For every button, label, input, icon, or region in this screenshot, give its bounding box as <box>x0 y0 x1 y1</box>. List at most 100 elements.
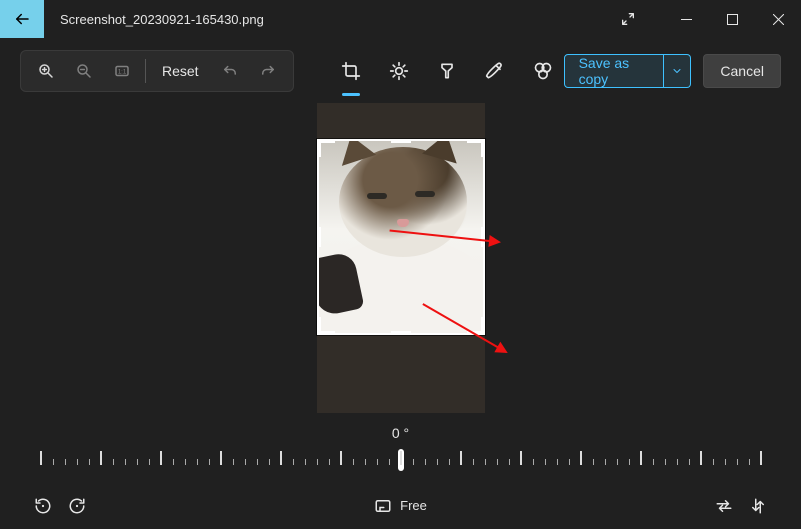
ruler-tick <box>220 451 222 465</box>
ruler-tick <box>665 459 666 465</box>
brightness-icon <box>389 61 409 81</box>
crop-handle-top-right[interactable] <box>481 139 485 157</box>
crop-handle-bottom-left[interactable] <box>317 317 321 335</box>
ruler-tick <box>653 459 654 465</box>
crop-handle-top[interactable] <box>391 139 411 143</box>
ruler-tick <box>640 451 642 465</box>
ruler-tick <box>533 459 534 465</box>
expand-diagonal-icon <box>620 11 636 27</box>
markup-tool-button[interactable] <box>474 50 516 92</box>
ruler-tick <box>377 459 378 465</box>
close-icon <box>773 14 784 25</box>
image-canvas[interactable] <box>0 103 801 413</box>
aspect-ratio-icon <box>374 497 392 515</box>
ruler-tick <box>257 459 258 465</box>
zoom-in-button[interactable] <box>27 52 65 90</box>
redo-button[interactable] <box>249 52 287 90</box>
rotate-ccw-icon <box>34 497 52 515</box>
ruler-tick <box>160 451 162 465</box>
filter-icon <box>437 61 457 81</box>
fit-icon: 1:1 <box>113 62 131 80</box>
ruler-tick <box>89 459 90 465</box>
crop-icon <box>341 61 361 81</box>
flip-horizontal-icon <box>715 497 733 515</box>
crop-handle-bottom-right[interactable] <box>481 317 485 335</box>
ruler-tick <box>749 459 750 465</box>
pen-icon <box>485 61 505 81</box>
rotate-cw-icon <box>68 497 86 515</box>
crop-handle-right[interactable] <box>481 227 485 247</box>
back-button[interactable] <box>0 0 44 38</box>
crop-handle-top-left[interactable] <box>317 139 321 157</box>
ruler-tick <box>137 459 138 465</box>
reset-label: Reset <box>162 63 199 79</box>
aspect-ratio-button[interactable]: Free <box>374 497 427 515</box>
cancel-button[interactable]: Cancel <box>703 54 781 88</box>
rotation-ruler[interactable] <box>41 449 761 471</box>
save-options-dropdown[interactable] <box>664 54 691 88</box>
image-frame <box>317 103 485 413</box>
ruler-tick <box>185 459 186 465</box>
cancel-label: Cancel <box>720 63 764 79</box>
minimize-button[interactable] <box>663 0 709 38</box>
action-buttons-group: Save as copy Cancel <box>564 54 781 88</box>
flip-vertical-button[interactable] <box>741 489 775 523</box>
ruler-tick <box>209 459 210 465</box>
separator <box>145 59 146 83</box>
ruler-tick <box>725 459 726 465</box>
ai-effects-icon <box>533 61 553 81</box>
ruler-tick <box>580 451 582 465</box>
svg-text:1:1: 1:1 <box>118 69 127 75</box>
crop-handle-bottom[interactable] <box>391 331 411 335</box>
ruler-tick <box>629 459 630 465</box>
rotate-cw-button[interactable] <box>60 489 94 523</box>
ruler-tick <box>593 459 594 465</box>
undo-button[interactable] <box>211 52 249 90</box>
ruler-tick <box>65 459 66 465</box>
ruler-tick <box>317 459 318 465</box>
ruler-tick <box>760 451 762 465</box>
fullscreen-button[interactable] <box>605 0 651 38</box>
file-name: Screenshot_20230921-165430.png <box>60 12 264 27</box>
save-button[interactable]: Save as copy <box>564 54 665 88</box>
flip-horizontal-button[interactable] <box>707 489 741 523</box>
ruler-tick <box>400 451 402 465</box>
ruler-tick <box>245 459 246 465</box>
rotate-ccw-button[interactable] <box>26 489 60 523</box>
maximize-icon <box>727 14 738 25</box>
adjust-tool-button[interactable] <box>378 50 420 92</box>
effects-tool-button[interactable] <box>522 50 564 92</box>
aspect-ratio-label: Free <box>400 498 427 513</box>
save-label: Save as copy <box>579 55 650 87</box>
rotation-control: 0 ° <box>0 413 801 482</box>
redo-icon <box>259 62 277 80</box>
ruler-tick <box>737 459 738 465</box>
reset-button[interactable]: Reset <box>150 52 211 90</box>
filter-tool-button[interactable] <box>426 50 468 92</box>
ruler-tick <box>389 459 390 465</box>
ruler-tick <box>269 459 270 465</box>
edit-tools-group <box>330 50 564 92</box>
ruler-tick <box>677 459 678 465</box>
crop-tool-button[interactable] <box>330 50 372 92</box>
back-arrow-icon <box>13 10 31 28</box>
ruler-tick <box>473 459 474 465</box>
ruler-tick <box>233 459 234 465</box>
ruler-tick <box>353 459 354 465</box>
zoom-out-button[interactable] <box>65 52 103 90</box>
maximize-button[interactable] <box>709 0 755 38</box>
ruler-tick <box>545 459 546 465</box>
zoom-fit-button[interactable]: 1:1 <box>103 52 141 90</box>
save-split-button: Save as copy <box>564 54 692 88</box>
rotation-degree-label: 0 ° <box>392 425 409 441</box>
ruler-tick <box>460 451 462 465</box>
ruler-tick <box>173 459 174 465</box>
crop-handle-left[interactable] <box>317 227 321 247</box>
ruler-tick <box>605 459 606 465</box>
close-button[interactable] <box>755 0 801 38</box>
ruler-tick <box>100 451 102 465</box>
ruler-tick <box>329 459 330 465</box>
ruler-tick <box>425 459 426 465</box>
view-controls-group: 1:1 Reset <box>20 50 294 92</box>
ruler-tick <box>520 451 522 465</box>
